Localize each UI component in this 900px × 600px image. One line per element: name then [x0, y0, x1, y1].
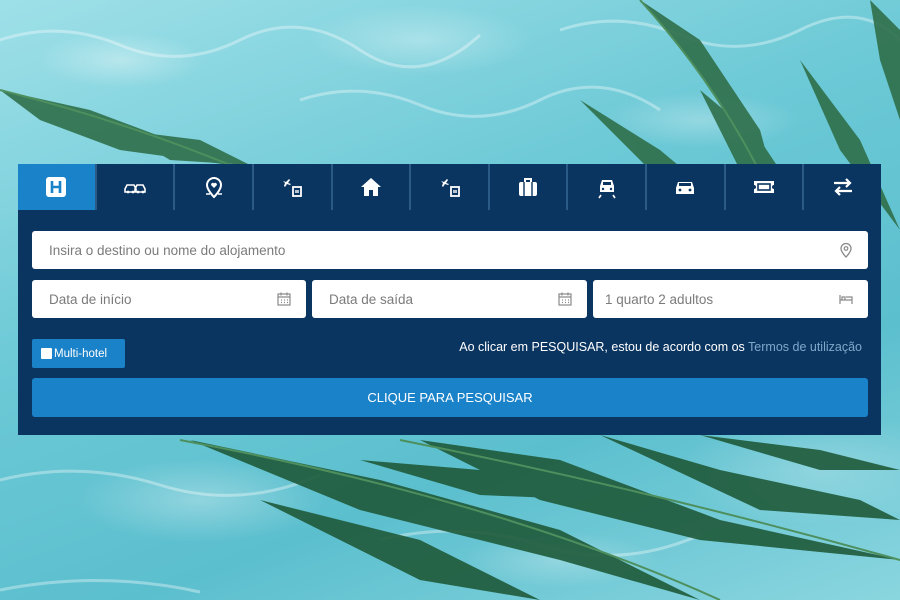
tab-experiences[interactable]	[175, 164, 254, 210]
flight-hotel-icon	[283, 179, 303, 197]
tab-packages[interactable]	[489, 164, 569, 210]
tab-hotel[interactable]	[18, 164, 97, 210]
terms-text: Ao clicar em PESQUISAR, estou de acordo …	[459, 340, 749, 354]
start-date-input[interactable]: Data de início	[32, 280, 306, 318]
terms-link[interactable]: Termos de utilização	[748, 340, 862, 354]
multi-hotel-toggle[interactable]: Multi-hotel	[32, 339, 125, 368]
tab-tickets[interactable]	[725, 164, 805, 210]
home-icon	[360, 178, 381, 196]
car-icon	[676, 182, 695, 194]
end-date-input[interactable]: Data de saída	[312, 280, 587, 318]
multi-hotel-label: Multi-hotel	[54, 347, 108, 360]
tab-flight-hotel[interactable]	[253, 164, 333, 210]
bed-icon	[838, 291, 854, 307]
transfer-car-icon	[598, 180, 616, 199]
end-date-placeholder: Data de saída	[329, 291, 414, 307]
hotel-icon	[46, 177, 67, 197]
terms-notice: Ao clicar em PESQUISAR, estou de acordo …	[459, 340, 862, 354]
tab-homes[interactable]	[332, 164, 412, 210]
search-widget: Insira o destino ou nome do alojamento D…	[18, 164, 882, 435]
ticket-icon	[754, 181, 775, 193]
calendar-icon	[276, 291, 292, 307]
calendar-icon	[557, 291, 573, 307]
rooms-guests-selector[interactable]: 1 quarto 2 adultos	[593, 280, 868, 318]
search-button[interactable]: CLIQUE PARA PESQUISAR	[32, 378, 868, 417]
product-tabs	[18, 164, 882, 210]
tab-cars[interactable]	[647, 164, 726, 210]
tab-flight-hotel-2[interactable]	[411, 164, 490, 210]
location-heart-icon	[205, 177, 222, 199]
location-pin-icon	[838, 242, 854, 258]
destination-input[interactable]: Insira o destino ou nome do alojamento	[32, 231, 868, 269]
start-date-placeholder: Data de início	[49, 291, 132, 307]
tab-car-hire[interactable]	[96, 164, 176, 210]
multi-hotel-checkbox[interactable]	[41, 348, 52, 359]
destination-placeholder: Insira o destino ou nome do alojamento	[49, 242, 286, 258]
tab-transfers[interactable]	[568, 164, 648, 210]
tab-swap[interactable]	[804, 164, 882, 210]
flight-hotel-icon	[440, 179, 460, 197]
rooms-guests-value: 1 quarto 2 adultos	[605, 291, 714, 307]
suitcase-icon	[519, 178, 538, 196]
car-hire-icon	[124, 184, 146, 194]
swap-arrows-icon	[833, 178, 852, 196]
